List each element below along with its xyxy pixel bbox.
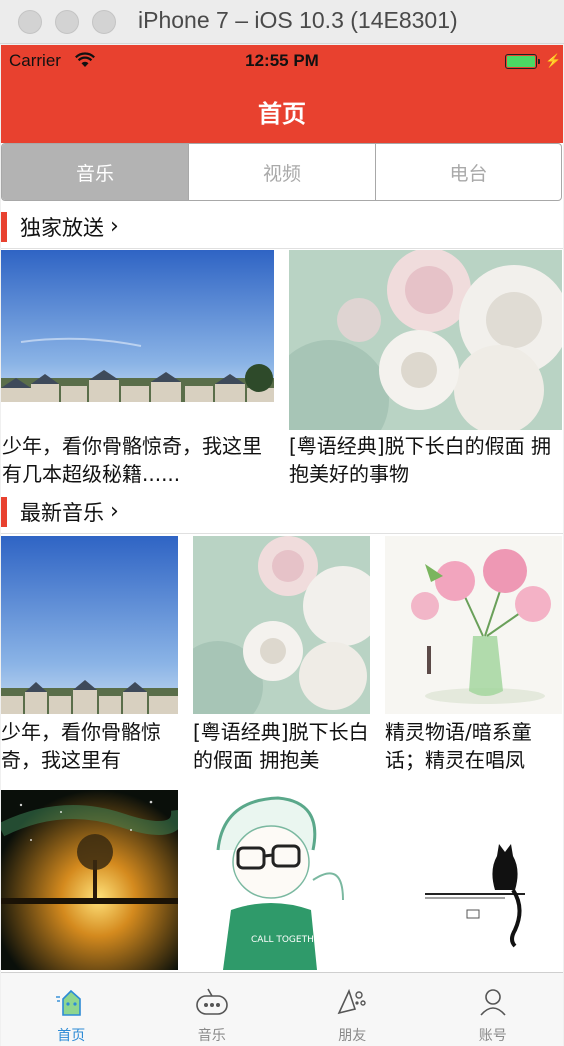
status-time: 12:55 PM [245,51,319,70]
latest-music-item-caption: 精灵物语/暗系童话；精灵在唱凤 [385,720,532,772]
black-cat-on-ledge-image [385,790,562,970]
section-title: 独家放送 [20,215,104,240]
boy-with-glasses-sketch-image: CALL TOGETHER [193,790,370,970]
navigation-bar: 首页 [1,79,563,143]
section-title: 最新音乐 [20,500,104,525]
segment-video[interactable]: 视频 [189,144,376,200]
chevron-right-icon: › [110,214,119,239]
city-houses-image [1,536,178,714]
window-title: iPhone 7 – iOS 10.3 (14E8301) [138,7,458,33]
battery-icon [505,54,540,69]
tab-music[interactable]: 音乐 [142,973,283,1046]
glowing-tree-galaxy-image [1,790,178,970]
segment-music[interactable]: 音乐 [2,144,189,200]
section-header-exclusive[interactable]: 独家放送 › [1,205,563,249]
segmented-control: 音乐 视频 电台 [1,143,562,201]
exclusive-item[interactable]: [粤语经典]脱下长白的假面 拥抱美好的事物 [289,250,562,490]
svg-text:CALL TOGETHER: CALL TOGETHER [251,935,326,945]
radio-icon [195,987,229,1017]
latest-music-item[interactable]: [粤语经典]脱下长白的假面 拥抱美 [193,536,370,776]
latest-music-item[interactable] [1,790,178,972]
latest-music-item[interactable]: CALL TOGETHER [193,790,370,972]
white-roses-image [289,250,562,430]
exclusive-item-caption: 少年，看你骨骼惊奇，我这里有几本超级秘籍...... [2,434,262,486]
zoom-window-button[interactable] [92,9,116,34]
white-roses-image [193,536,370,714]
section-accent-bar [1,211,7,242]
tab-label: 首页 [57,1028,86,1044]
tab-account[interactable]: 账号 [423,973,564,1046]
latest-music-item-caption: [粤语经典]脱下长白的假面 拥抱美 [193,720,369,772]
minimize-window-button[interactable] [55,9,79,34]
city-houses-image [1,250,274,402]
section-header-latest-music[interactable]: 最新音乐 › [1,490,563,534]
section-accent-bar [1,496,7,527]
exclusive-item[interactable]: 少年，看你骨骼惊奇，我这里有几本超级秘籍...... [1,250,274,490]
tab-label: 账号 [478,1028,507,1044]
tab-home[interactable]: 首页 [1,973,142,1046]
account-icon [476,987,510,1017]
charging-icon: ⚡ [545,53,562,68]
friends-icon [335,987,369,1017]
home-icon [54,987,88,1017]
segment-radio[interactable]: 电台 [376,144,561,200]
status-bar: Carrier 12:55 PM ⚡ [1,45,563,79]
chevron-right-icon: › [110,499,119,524]
page-title: 首页 [258,99,306,128]
latest-music-item[interactable]: 精灵物语/暗系童话；精灵在唱凤 [385,536,562,776]
tab-friends[interactable]: 朋友 [282,973,423,1046]
window-controls [18,9,116,34]
close-window-button[interactable] [18,9,42,34]
device-screen: Carrier 12:55 PM ⚡ 首页 音乐 视频 电台 独家放送 › 少年… [1,45,563,1046]
tab-label: 音乐 [197,1028,226,1044]
tab-label: 朋友 [338,1028,367,1044]
latest-music-item[interactable] [385,790,562,972]
pink-flowers-vase-image [385,536,562,714]
tab-bar: 首页 音乐 朋友 账号 [1,972,563,1046]
exclusive-item-caption: [粤语经典]脱下长白的假面 拥抱美好的事物 [289,434,551,486]
latest-music-item[interactable]: 少年，看你骨骼惊奇，我这里有 [1,536,178,776]
latest-music-item-caption: 少年，看你骨骼惊奇，我这里有 [1,720,161,772]
simulator-titlebar: iPhone 7 – iOS 10.3 (14E8301) [0,0,564,44]
